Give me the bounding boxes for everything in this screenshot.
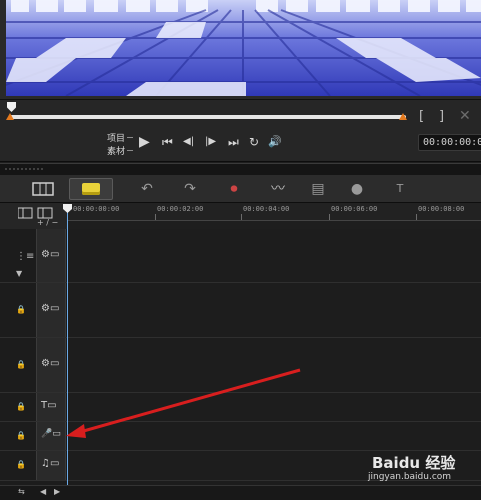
- home-button[interactable]: ⏮: [162, 134, 173, 150]
- scroll-right-icon[interactable]: ▶: [54, 487, 60, 496]
- track-header[interactable]: ⚙▭: [36, 229, 66, 282]
- mode-divider: [127, 150, 133, 151]
- ripple-edit-icon[interactable]: ⋮≡: [16, 251, 34, 262]
- track-header[interactable]: 🎤▭: [36, 422, 66, 450]
- mode-clip-label[interactable]: 素材: [107, 144, 125, 157]
- watermark-logo: Baidu 经验: [372, 454, 456, 472]
- ruler-tick: [329, 214, 330, 220]
- track-header[interactable]: T▭: [36, 393, 66, 421]
- preview-panel: [0, 0, 481, 100]
- ruler-label: 00:00:04:00: [243, 205, 290, 213]
- scrub-bar[interactable]: [10, 115, 406, 119]
- timeline-playhead-line[interactable]: [67, 207, 68, 492]
- video-track-icon: ⚙▭: [41, 249, 60, 260]
- play-button[interactable]: ▶: [139, 134, 150, 150]
- audio-waveform-icon[interactable]: 〰: [264, 178, 292, 200]
- redo-icon[interactable]: ↷: [176, 178, 204, 200]
- track-content[interactable]: [68, 422, 481, 450]
- preview-image-graphic: [6, 0, 481, 96]
- end-button[interactable]: ⏭: [228, 134, 239, 150]
- track-content[interactable]: [68, 338, 481, 392]
- volume-button[interactable]: 🔊: [268, 134, 282, 150]
- track-header[interactable]: ⚙▭: [36, 338, 66, 392]
- mark-out-button[interactable]: ]: [439, 109, 444, 124]
- lock-icon[interactable]: 🔒: [16, 305, 26, 314]
- mode-divider: [127, 137, 133, 138]
- timeline-scrollbar[interactable]: ⇆ ◀ ▶: [0, 485, 481, 500]
- ruler-tick: [416, 214, 417, 220]
- track-content[interactable]: [68, 283, 481, 337]
- trim-start-marker[interactable]: [6, 113, 14, 120]
- undo-icon[interactable]: ↶: [133, 178, 161, 200]
- lock-icon[interactable]: 🔒: [16, 402, 26, 411]
- title-track: 🔒 T▭: [0, 393, 481, 422]
- video-track: ⋮≡ ▼ ⚙▭: [0, 229, 481, 283]
- zoom-control[interactable]: + / −: [37, 218, 58, 227]
- overlay-track-icon: ⚙▭: [41, 303, 60, 314]
- zoom-fit-icon[interactable]: ⇆: [18, 487, 25, 496]
- lock-icon[interactable]: 🔒: [16, 431, 26, 440]
- title-track-icon: T▭: [41, 400, 57, 411]
- overlay-track-1: 🔒 ⚙▭: [0, 283, 481, 338]
- scroll-left-icon[interactable]: ◀: [40, 487, 46, 496]
- prev-frame-button[interactable]: ◀|: [183, 134, 194, 150]
- transport-bar: [0, 100, 481, 162]
- track-content[interactable]: [68, 393, 481, 421]
- timeline-view-icon[interactable]: [69, 178, 113, 200]
- repeat-button[interactable]: ↻: [249, 134, 259, 150]
- timecode-field[interactable]: 00:00:00:00: [418, 134, 481, 151]
- overlay-track-icon: ⚙▭: [41, 358, 60, 369]
- ruler-label: 00:00:08:00: [418, 205, 465, 213]
- voice-track: 🔒 🎤▭: [0, 422, 481, 451]
- chevron-down-icon[interactable]: ▼: [16, 269, 26, 278]
- auto-music-icon[interactable]: ▤: [304, 178, 332, 200]
- track-header[interactable]: ⚙▭: [36, 283, 66, 337]
- mark-in-button[interactable]: [: [419, 109, 424, 124]
- resize-grip[interactable]: [4, 168, 44, 170]
- panel-separator[interactable]: [0, 163, 481, 175]
- ruler-tick: [155, 214, 156, 220]
- record-capture-icon[interactable]: ⏺: [220, 178, 248, 200]
- overlay-track-2: 🔒 ⚙▭: [0, 338, 481, 393]
- next-frame-button[interactable]: |▶: [205, 134, 216, 150]
- voice-track-icon: 🎤▭: [41, 429, 61, 439]
- ruler-tick: [241, 214, 242, 220]
- subtitle-editor-icon[interactable]: T: [386, 178, 414, 200]
- trim-end-marker[interactable]: [399, 113, 407, 120]
- watermark-url: jingyan.baidu.com: [368, 472, 452, 482]
- close-icon[interactable]: ✕: [459, 108, 471, 124]
- music-track-icon: ♫▭: [41, 458, 60, 469]
- lock-icon[interactable]: 🔒: [16, 360, 26, 369]
- storyboard-view-icon[interactable]: [30, 178, 56, 200]
- preview-video-frame: [6, 0, 481, 96]
- lock-icon[interactable]: 🔒: [16, 460, 26, 469]
- ruler-label: 00:00:02:00: [157, 205, 204, 213]
- ruler-label: 00:00:06:00: [331, 205, 378, 213]
- ruler-label: 00:00:00:00: [73, 205, 120, 213]
- mode-project-label[interactable]: 项目: [107, 131, 125, 144]
- track-header[interactable]: ♫▭: [36, 451, 66, 480]
- track-content[interactable]: [68, 229, 481, 282]
- track-panel: ⋮≡ ▼ ⚙▭ 🔒 ⚙▭ 🔒 ⚙▭ 🔒 T▭ 🔒 🎤▭ 🔒 ♫▭: [0, 229, 481, 485]
- motion-tracking-icon[interactable]: ●: [343, 178, 371, 200]
